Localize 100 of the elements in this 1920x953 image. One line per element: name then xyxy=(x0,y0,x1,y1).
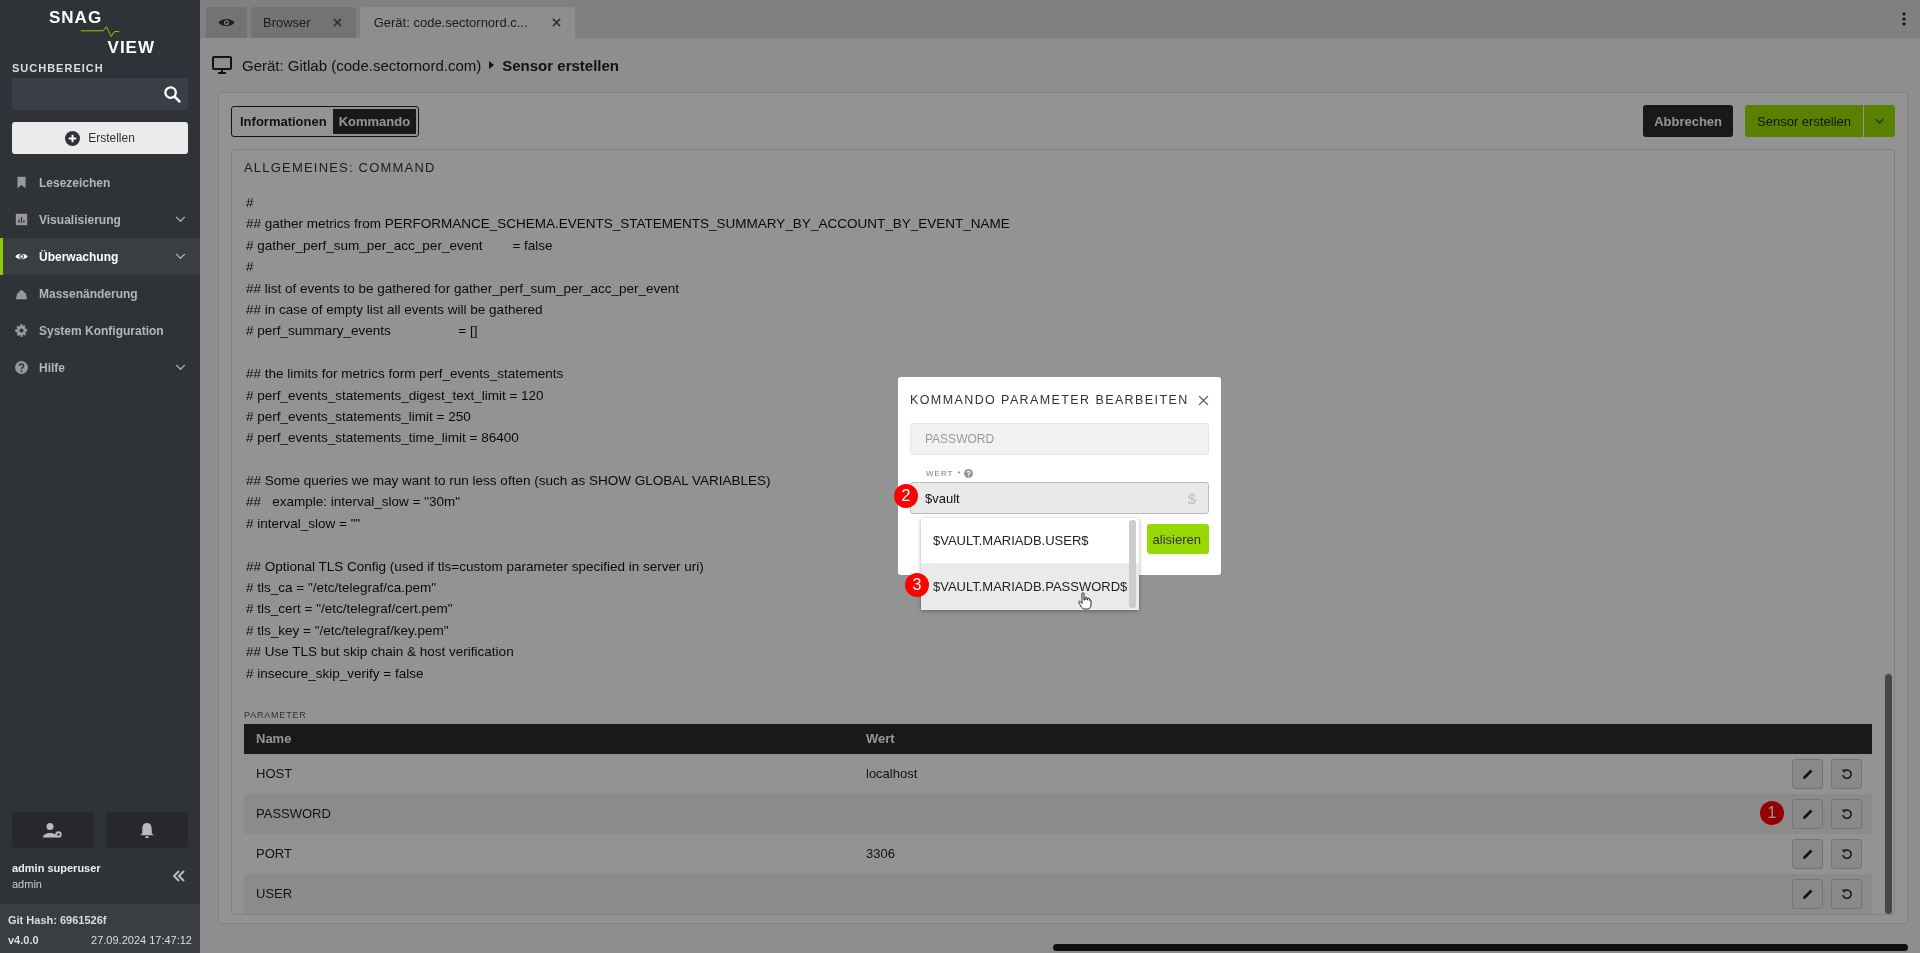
hand-cursor-icon xyxy=(1078,592,1092,610)
code-line: # perf_events_statements_time_limit = 86400 xyxy=(246,429,519,448)
browser-tab[interactable]: Gerät: code.sectornord.c... xyxy=(359,7,575,38)
sidebar-item[interactable]: Lesezeichen xyxy=(0,164,200,201)
reset-button[interactable] xyxy=(1831,879,1862,909)
search-field[interactable] xyxy=(12,78,188,110)
user-settings-button[interactable] xyxy=(12,812,94,848)
bar-chart-icon xyxy=(15,213,28,226)
caret-right-icon xyxy=(489,61,495,69)
chevron-down-icon xyxy=(175,216,186,223)
sidebar-item[interactable]: Hilfe xyxy=(0,349,200,386)
code-line: # gather_perf_sum_per_acc_per_event = false xyxy=(246,236,553,255)
code-line: # perf_events_statements_limit = 250 xyxy=(246,407,471,426)
table-cell: 3306 xyxy=(866,846,895,862)
reset-icon xyxy=(1840,888,1853,900)
code-line: ## Some queries we may want to run less often (such as SHOW GLOBAL VARIABLES) xyxy=(246,472,771,491)
code-line: # perf_summary_events = [] xyxy=(246,322,478,341)
pencil-icon xyxy=(1801,808,1814,820)
dialog-title: KOMMANDO PARAMETER BEARBEITEN xyxy=(910,393,1189,407)
code-line: ## list of events to be gathered for gather_perf_sum_per_acc_per_event xyxy=(246,279,680,298)
more-icon[interactable] xyxy=(1902,12,1906,26)
edit-button[interactable] xyxy=(1792,839,1823,869)
sidebar-item-label: Überwachung xyxy=(39,249,120,264)
table-cell-text: PORT xyxy=(256,846,293,862)
tab-label: Browser xyxy=(263,15,311,30)
help-icon xyxy=(15,361,28,374)
breadcrumb-current: Sensor erstellen xyxy=(502,56,619,74)
code-line: # tls_key = "/etc/telegraf/key.pem" xyxy=(246,621,449,640)
reset-icon xyxy=(1840,768,1853,780)
required-mark: * xyxy=(957,469,961,478)
value-field[interactable]: $vault $ xyxy=(910,482,1209,514)
reset-button[interactable] xyxy=(1831,799,1862,829)
home-tab[interactable] xyxy=(206,7,247,38)
table-cell-text: PASSWORD xyxy=(256,806,332,822)
update-button[interactable]: alisieren xyxy=(1146,524,1209,554)
column-header: Wert xyxy=(866,731,896,747)
code-line: # interval_slow = "" xyxy=(246,514,361,533)
suggestion-item[interactable]: $VAULT.MARIADB.PASSWORD$ xyxy=(921,564,1139,610)
chevron-down-icon xyxy=(175,364,186,371)
notifications-button[interactable] xyxy=(106,812,188,848)
section-title: ALLGEMEINES: COMMAND xyxy=(244,160,437,174)
code-line: ## example: interval_slow = "30m" xyxy=(246,493,461,512)
eye-icon xyxy=(218,17,235,28)
scrollbar[interactable] xyxy=(1129,520,1136,608)
edit-button[interactable] xyxy=(1792,799,1823,829)
view-tab[interactable]: Kommando xyxy=(332,108,417,134)
sidebar-item-label: Visualisierung xyxy=(39,212,122,227)
code-line: # tls_cert = "/etc/telegraf/cert.pem" xyxy=(246,600,453,619)
field-value: $vault xyxy=(925,490,960,506)
reset-button[interactable] xyxy=(1831,839,1862,869)
version: v4.0.0 xyxy=(8,934,39,946)
close-icon[interactable] xyxy=(551,18,561,27)
sidebar-item[interactable]: Massenänderung xyxy=(0,275,200,312)
create-sensor-button[interactable]: Sensor erstellen xyxy=(1745,105,1863,137)
collapse-icon[interactable] xyxy=(172,870,186,882)
code-line: ## in case of empty list all events will be gathered xyxy=(246,300,543,319)
chevron-down-icon xyxy=(175,253,186,260)
gear-icon xyxy=(15,324,28,337)
reset-icon xyxy=(1840,848,1853,860)
sidebar-item-label: Lesezeichen xyxy=(39,175,112,190)
sidebar-item-label: Massenänderung xyxy=(39,286,139,301)
help-icon[interactable] xyxy=(963,469,973,478)
browser-tab[interactable]: Browser xyxy=(251,7,356,38)
sidebar-item[interactable]: Überwachung xyxy=(0,238,200,275)
pencil-icon xyxy=(1801,768,1814,780)
sidebar-item-label: Hilfe xyxy=(39,360,66,375)
scrollbar-thumb[interactable] xyxy=(1053,944,1908,951)
code-line: # xyxy=(246,258,254,277)
code-line: ## Use TLS but skip chain & host verification xyxy=(246,643,514,662)
cancel-button[interactable]: Abbrechen xyxy=(1643,105,1734,137)
monitor-icon xyxy=(212,56,232,74)
view-tab[interactable]: Informationen xyxy=(234,108,333,134)
sidebar-item[interactable]: Visualisierung xyxy=(0,201,200,238)
code-line: ## the limits for metrics form perf_events_statements xyxy=(246,365,564,384)
code-line: # tls_ca = "/etc/telegraf/ca.pem" xyxy=(246,579,437,598)
pencil-icon xyxy=(1801,888,1814,900)
search-icon[interactable] xyxy=(163,84,182,104)
git-hash: Git Hash: 6961526f xyxy=(8,914,108,926)
user-gear-icon xyxy=(43,821,63,839)
weight-icon xyxy=(15,287,28,300)
name-field: PASSWORD xyxy=(910,423,1209,455)
step-badge: 1 xyxy=(1760,801,1784,825)
close-icon[interactable] xyxy=(1198,394,1209,406)
breadcrumb-link[interactable]: Gerät: Gitlab (code.sectornord.com) xyxy=(242,56,482,74)
code-line: # xyxy=(246,194,254,212)
table-cell: localhost xyxy=(866,766,918,782)
sidebar-item[interactable]: System Konfiguration xyxy=(0,312,200,349)
edit-button[interactable] xyxy=(1792,879,1823,909)
create-button[interactable]: Erstellen xyxy=(12,122,188,154)
sidebar-item-label: System Konfiguration xyxy=(39,323,165,338)
tab-label: Gerät: code.sectornord.c... xyxy=(373,15,528,30)
section-title: PARAMETER xyxy=(244,710,308,720)
scrollbar-thumb[interactable] xyxy=(1885,674,1892,914)
table-cell-text: HOST xyxy=(256,766,294,782)
edit-button[interactable] xyxy=(1792,759,1823,789)
reset-button[interactable] xyxy=(1831,759,1862,789)
reset-icon xyxy=(1840,808,1853,820)
logo: SNAG VIEW xyxy=(48,7,155,58)
user-name: admin superuser xyxy=(12,862,102,874)
code-line: # insecure_skip_verify = false xyxy=(246,664,424,683)
